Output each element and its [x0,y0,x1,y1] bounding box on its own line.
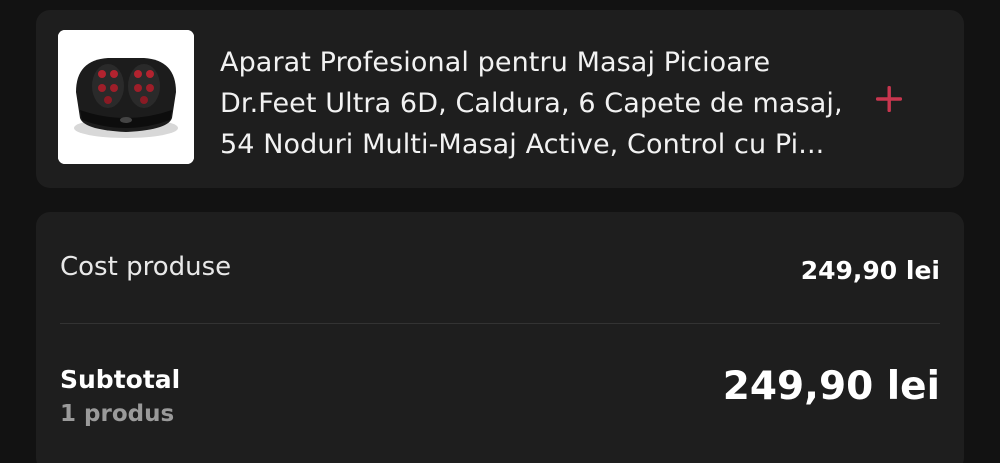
products-cost-label: Cost produse [60,252,232,282]
product-title[interactable]: Aparat Profesional pentru Masaj Picioare… [220,42,860,165]
summary-divider [60,323,940,324]
order-summary-card: Cost produse 249,90 lei Subtotal 1 produ… [36,212,964,463]
subtotal-label: Subtotal [60,365,181,394]
subtotal-value: 249,90 lei [722,364,940,409]
cart-item-card[interactable]: Aparat Profesional pentru Masaj Picioare… [36,10,964,188]
subtotal-item-count: 1 produs [60,401,175,427]
product-image[interactable] [58,30,194,164]
add-quantity-button[interactable] [868,78,910,120]
plus-icon [876,86,902,112]
cart-page: Aparat Profesional pentru Masaj Picioare… [0,0,1000,463]
foot-massager-icon [58,30,194,164]
products-cost-value: 249,90 lei [800,256,940,285]
